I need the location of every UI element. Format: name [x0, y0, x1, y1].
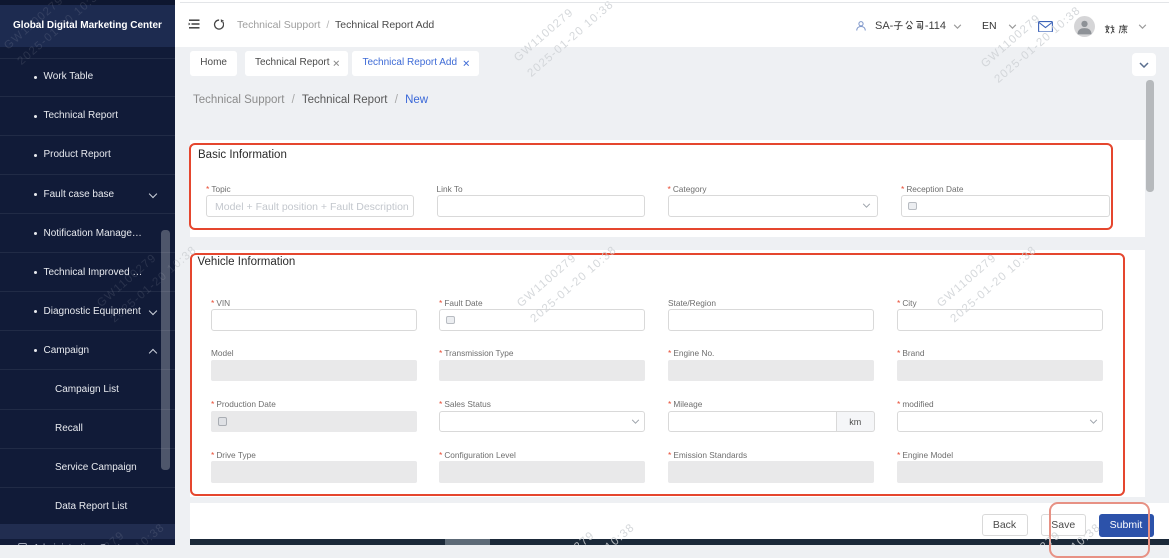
svg-text:GW1100279: GW1100279	[2, 0, 66, 52]
svg-text:GW1100279: GW1100279	[935, 252, 999, 310]
svg-text:2025-01-20 10:38: 2025-01-20 10:38	[76, 521, 167, 545]
svg-text:GW1100279: GW1100279	[533, 529, 597, 545]
svg-text:GW1100279: GW1100279	[95, 252, 159, 310]
svg-text:2025-01-20 10:38: 2025-01-20 10:38	[15, 0, 106, 68]
svg-text:2025-01-20 10:38: 2025-01-20 10:38	[1012, 521, 1103, 545]
svg-text:2025-01-20 10:38: 2025-01-20 10:38	[992, 4, 1083, 85]
svg-text:2025-01-20 10:38: 2025-01-20 10:38	[175, 244, 199, 325]
svg-text:2025-01-20 10:38: 2025-01-20 10:38	[948, 244, 1039, 325]
svg-text:GW1100279: GW1100279	[515, 252, 579, 310]
svg-text:2025-01-20 10:38: 2025-01-20 10:38	[546, 521, 637, 545]
svg-text:2025-01-20 10:38: 2025-01-20 10:38	[525, 0, 616, 80]
svg-text:GW1100279: GW1100279	[979, 12, 1043, 70]
svg-text:GW1100279: GW1100279	[999, 529, 1063, 545]
svg-text:GW1100279: GW1100279	[512, 6, 576, 64]
svg-text:2025-01-20 10:38: 2025-01-20 10:38	[108, 244, 175, 325]
svg-text:2025-01-20 10:38: 2025-01-20 10:38	[528, 244, 619, 325]
svg-text:GW1100279: GW1100279	[63, 529, 127, 545]
